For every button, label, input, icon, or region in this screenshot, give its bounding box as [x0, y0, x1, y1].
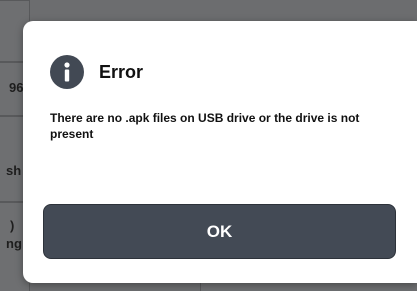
dialog-message: There are no .apk files on USB drive or … [50, 111, 360, 141]
background-text-3: ) [10, 218, 15, 233]
background-text-1: 96 [9, 80, 23, 95]
info-icon [50, 55, 84, 89]
dialog-title: Error [99, 61, 144, 82]
dialog-header: Error [50, 55, 143, 89]
ok-button[interactable]: OK [43, 204, 396, 259]
background-text-2: sh [6, 163, 22, 178]
background-text-4: ng [6, 236, 22, 251]
error-dialog: Error There are no .apk files on USB dri… [23, 21, 417, 283]
